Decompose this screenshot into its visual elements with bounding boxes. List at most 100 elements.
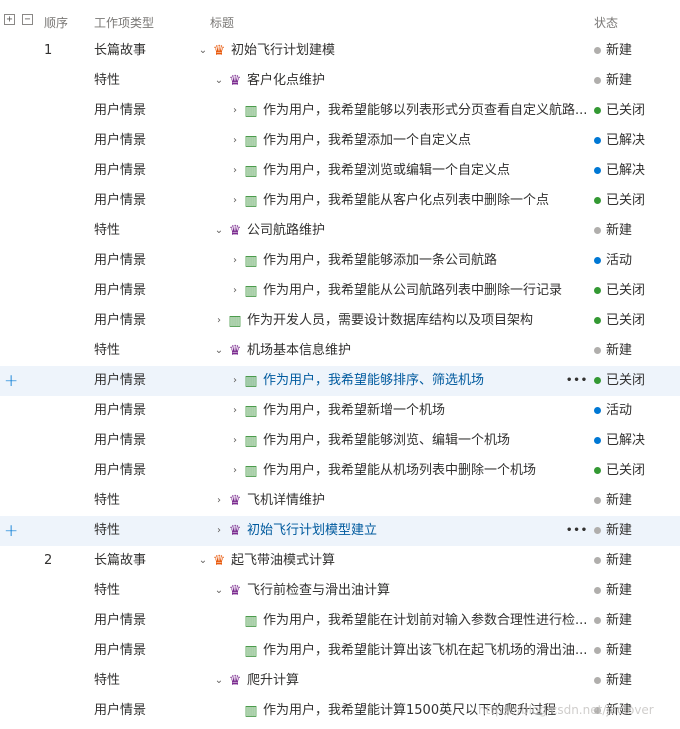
table-row[interactable]: 用户情景 › ▥ 作为用户，我希望能够浏览、编辑一个机场 已解决 — [0, 426, 680, 456]
work-item-title[interactable]: 作为用户，我希望新增一个机场 — [263, 396, 445, 426]
table-row[interactable]: 特性 ⌄ ♛ 公司航路维护 新建 — [0, 216, 680, 246]
table-row[interactable]: + ••• 特性 › ♛ 初始飞行计划模型建立 新建 — [0, 516, 680, 546]
chevron-right-icon[interactable]: › — [230, 186, 240, 216]
work-item-title[interactable]: 作为用户，我希望能从客户化点列表中删除一个点 — [263, 186, 549, 216]
chevron-right-icon[interactable]: › — [230, 246, 240, 276]
table-row[interactable]: 用户情景 › ▥ 作为用户，我希望能够添加一条公司航路 活动 — [0, 246, 680, 276]
chevron-down-icon[interactable]: ⌄ — [198, 36, 208, 66]
column-header-order[interactable]: 顺序 — [44, 14, 68, 31]
work-item-title[interactable]: 机场基本信息维护 — [247, 336, 351, 366]
work-item-title[interactable]: 公司航路维护 — [247, 216, 325, 246]
table-row[interactable]: 用户情景 ▥ 作为用户，我希望能在计划前对输入参数合理性进行检... 新建 — [0, 606, 680, 636]
work-item-type: 特性 — [94, 73, 121, 88]
state-cell[interactable]: 新建 — [606, 606, 632, 636]
work-item-title[interactable]: 作为用户，我希望能计算出该飞机在起飞机场的滑出油... — [263, 636, 587, 666]
work-item-title[interactable]: 爬升计算 — [247, 666, 299, 696]
trophy-icon: ♛ — [228, 223, 242, 239]
chevron-down-icon[interactable]: ⌄ — [214, 66, 224, 96]
state-cell[interactable]: 已解决 — [606, 426, 645, 456]
table-row[interactable]: 用户情景 › ▥ 作为用户，我希望能从公司航路列表中删除一行记录 已关闭 — [0, 276, 680, 306]
work-item-title[interactable]: 作为用户，我希望能在计划前对输入参数合理性进行检... — [263, 606, 587, 636]
work-item-title[interactable]: 作为用户，我希望能够浏览、编辑一个机场 — [263, 426, 510, 456]
state-cell[interactable]: 已关闭 — [606, 276, 645, 306]
state-cell[interactable]: 新建 — [606, 636, 632, 666]
chevron-down-icon[interactable]: ⌄ — [214, 216, 224, 246]
table-row[interactable]: 1 长篇故事 ⌄ ♛ 初始飞行计划建模 新建 — [0, 36, 680, 66]
table-row[interactable]: 特性 ⌄ ♛ 机场基本信息维护 新建 — [0, 336, 680, 366]
table-row[interactable]: 用户情景 ▥ 作为用户，我希望能计算出该飞机在起飞机场的滑出油... 新建 — [0, 636, 680, 666]
chevron-down-icon[interactable]: ⌄ — [214, 576, 224, 606]
table-row[interactable]: 特性 ⌄ ♛ 爬升计算 新建 — [0, 666, 680, 696]
chevron-right-icon[interactable]: › — [230, 396, 240, 426]
state-cell[interactable]: 活动 — [606, 396, 632, 426]
work-item-title[interactable]: 作为开发人员，需要设计数据库结构以及项目架构 — [247, 306, 533, 336]
state-cell[interactable]: 新建 — [606, 486, 632, 516]
chevron-right-icon[interactable]: › — [230, 426, 240, 456]
chevron-right-icon[interactable]: › — [214, 486, 224, 516]
work-item-title[interactable]: 初始飞行计划建模 — [231, 36, 335, 66]
plus-square-icon[interactable]: + — [4, 14, 15, 25]
chevron-right-icon[interactable]: › — [230, 276, 240, 306]
chevron-down-icon[interactable]: ⌄ — [214, 336, 224, 366]
work-item-title[interactable]: 作为用户，我希望能从公司航路列表中删除一行记录 — [263, 276, 562, 306]
table-row[interactable]: 用户情景 › ▥ 作为用户，我希望能够以列表形式分页查看自定义航路... 已关闭 — [0, 96, 680, 126]
more-icon[interactable]: ••• — [566, 366, 588, 396]
table-row[interactable]: 用户情景 › ▥ 作为用户，我希望浏览或编辑一个自定义点 已解决 — [0, 156, 680, 186]
work-item-title[interactable]: 客户化点维护 — [247, 66, 325, 96]
column-header-title[interactable]: 标题 — [210, 14, 234, 31]
story-icon: ▥ — [244, 133, 258, 149]
state-cell[interactable]: 已关闭 — [606, 96, 645, 126]
table-row[interactable]: 用户情景 › ▥ 作为用户，我希望能从客户化点列表中删除一个点 已关闭 — [0, 186, 680, 216]
chevron-right-icon[interactable]: › — [214, 306, 224, 336]
chevron-right-icon[interactable]: › — [230, 456, 240, 486]
chevron-right-icon[interactable]: › — [230, 96, 240, 126]
work-item-title[interactable]: 作为用户，我希望浏览或编辑一个自定义点 — [263, 156, 510, 186]
column-header-state[interactable]: 状态 — [594, 14, 618, 31]
state-cell[interactable]: 新建 — [606, 666, 632, 696]
chevron-right-icon[interactable]: › — [230, 366, 240, 396]
state-cell[interactable]: 新建 — [606, 516, 632, 546]
work-item-title[interactable]: 起飞带油模式计算 — [231, 546, 335, 576]
chevron-down-icon[interactable]: ⌄ — [198, 546, 208, 576]
state-cell[interactable]: 已解决 — [606, 126, 645, 156]
table-row[interactable]: 2 长篇故事 ⌄ ♛ 起飞带油模式计算 新建 — [0, 546, 680, 576]
state-cell[interactable]: 已解决 — [606, 156, 645, 186]
work-item-type: 特性 — [94, 343, 121, 358]
table-row[interactable]: 特性 ⌄ ♛ 飞行前检查与滑出油计算 新建 — [0, 576, 680, 606]
state-cell[interactable]: 新建 — [606, 336, 632, 366]
add-child-icon[interactable]: + — [4, 516, 18, 546]
chevron-down-icon[interactable]: ⌄ — [214, 666, 224, 696]
table-row[interactable]: 特性 › ♛ 飞机详情维护 新建 — [0, 486, 680, 516]
table-row[interactable]: 用户情景 › ▥ 作为用户，我希望能从机场列表中删除一个机场 已关闭 — [0, 456, 680, 486]
state-cell[interactable]: 活动 — [606, 246, 632, 276]
work-item-title[interactable]: 作为用户，我希望能从机场列表中删除一个机场 — [263, 456, 536, 486]
state-cell[interactable]: 已关闭 — [606, 186, 645, 216]
table-row[interactable]: 用户情景 › ▥ 作为开发人员，需要设计数据库结构以及项目架构 已关闭 — [0, 306, 680, 336]
chevron-right-icon[interactable]: › — [230, 156, 240, 186]
work-item-title[interactable]: 飞行前检查与滑出油计算 — [247, 576, 390, 606]
state-cell[interactable]: 已关闭 — [606, 366, 645, 396]
table-row[interactable]: 用户情景 › ▥ 作为用户，我希望添加一个自定义点 已解决 — [0, 126, 680, 156]
state-cell[interactable]: 新建 — [606, 216, 632, 246]
state-cell[interactable]: 已关闭 — [606, 306, 645, 336]
more-icon[interactable]: ••• — [566, 516, 588, 546]
column-header-type[interactable]: 工作项类型 — [94, 14, 154, 31]
state-cell[interactable]: 已关闭 — [606, 456, 645, 486]
add-child-icon[interactable]: + — [4, 366, 18, 396]
work-item-title[interactable]: 初始飞行计划模型建立 — [247, 516, 377, 546]
state-cell[interactable]: 新建 — [606, 546, 632, 576]
chevron-right-icon[interactable]: › — [230, 126, 240, 156]
table-row[interactable]: + ••• 用户情景 › ▥ 作为用户，我希望能够排序、筛选机场 已关闭 — [0, 366, 680, 396]
state-cell[interactable]: 新建 — [606, 36, 632, 66]
work-item-title[interactable]: 作为用户，我希望能够添加一条公司航路 — [263, 246, 497, 276]
state-cell[interactable]: 新建 — [606, 66, 632, 96]
work-item-title[interactable]: 飞机详情维护 — [247, 486, 325, 516]
work-item-title[interactable]: 作为用户，我希望添加一个自定义点 — [263, 126, 471, 156]
table-row[interactable]: 用户情景 › ▥ 作为用户，我希望新增一个机场 活动 — [0, 396, 680, 426]
table-row[interactable]: 特性 ⌄ ♛ 客户化点维护 新建 — [0, 66, 680, 96]
minus-square-icon[interactable]: − — [22, 14, 33, 25]
work-item-title[interactable]: 作为用户，我希望能够排序、筛选机场 — [263, 366, 484, 396]
state-cell[interactable]: 新建 — [606, 576, 632, 606]
chevron-right-icon[interactable]: › — [214, 516, 224, 546]
work-item-title[interactable]: 作为用户，我希望能够以列表形式分页查看自定义航路... — [263, 96, 587, 126]
